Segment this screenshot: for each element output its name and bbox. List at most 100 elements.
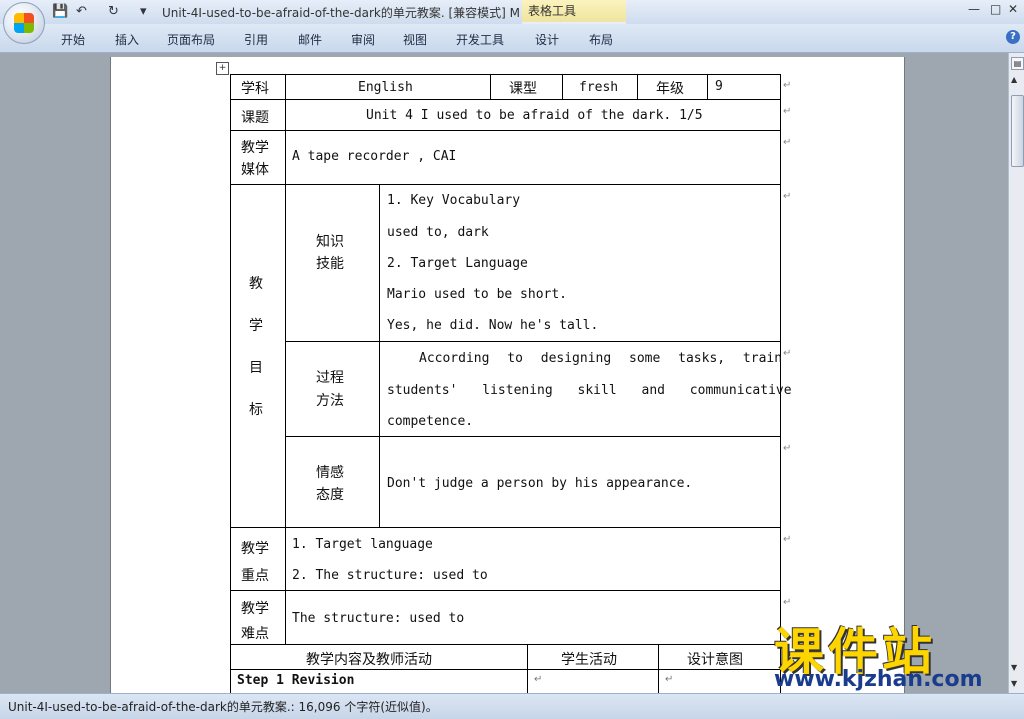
cell-knowledge[interactable]: 1. Key Vocabulary used to, dark 2. Targe… xyxy=(379,184,781,342)
goal-label-3: 目 xyxy=(249,360,263,376)
key-line-1: 1. Target language xyxy=(292,537,433,552)
diff-value: The structure: used to xyxy=(292,611,465,626)
cell-type[interactable]: fresh xyxy=(562,74,638,100)
row-end-mark: ↵ xyxy=(783,80,792,91)
tab-insert[interactable]: 插入 xyxy=(115,31,139,48)
minimize-icon[interactable]: — xyxy=(968,2,980,16)
key-label-1: 教学 xyxy=(241,541,269,557)
knowledge-line-2: used to, dark xyxy=(387,225,489,240)
tab-view[interactable]: 视图 xyxy=(403,31,427,48)
cell-process[interactable]: According to designing some tasks, train… xyxy=(379,341,792,437)
tab-layout[interactable]: 布局 xyxy=(589,31,613,48)
cell-key[interactable]: 1. Target language 2. The structure: use… xyxy=(285,527,781,591)
vertical-scrollbar[interactable]: ▤ ▲ ▼ ▼ xyxy=(1008,53,1024,693)
grade-label: 年级 xyxy=(656,81,684,97)
cell-goal-label[interactable]: 教 学 目 标 xyxy=(230,184,286,528)
office-button[interactable] xyxy=(3,2,45,44)
teacher-activity-header: 教学内容及教师活动 xyxy=(306,652,432,668)
cell-diff[interactable]: The structure: used to xyxy=(285,590,781,645)
diff-label-1: 教学 xyxy=(241,601,269,617)
cell-diff-label[interactable]: 教学 难点 xyxy=(230,590,286,645)
next-page-icon[interactable]: ▼ xyxy=(1011,679,1017,688)
close-icon[interactable]: ✕ xyxy=(1008,2,1018,16)
cell-emotion[interactable]: Don't judge a person by his appearance. xyxy=(379,436,781,528)
cell-subject[interactable]: English xyxy=(285,74,491,100)
scroll-down-icon[interactable]: ▼ xyxy=(1011,663,1017,672)
paragraph-mark: ↵ xyxy=(534,674,543,685)
cell-process-label[interactable]: 过程 方法 xyxy=(285,341,380,437)
row-end-mark: ↵ xyxy=(783,348,792,359)
student-activity-header: 学生活动 xyxy=(561,652,617,668)
cell-teacher-header[interactable]: 教学内容及教师活动 xyxy=(230,644,528,670)
media-label-1: 教学 xyxy=(241,140,269,156)
cell-emotion-label[interactable]: 情感 态度 xyxy=(285,436,380,528)
goal-label-1: 教 xyxy=(249,276,263,292)
tab-home[interactable]: 开始 xyxy=(61,31,85,48)
process-label-1: 过程 xyxy=(316,370,344,386)
design-intent-header: 设计意图 xyxy=(687,652,743,668)
step1-title: Step 1 Revision xyxy=(237,673,355,688)
type-label: 课型 xyxy=(509,81,537,97)
cell-grade[interactable]: 9 xyxy=(707,74,781,100)
scroll-up-icon[interactable]: ▲ xyxy=(1011,75,1017,84)
type-value: fresh xyxy=(579,80,619,95)
tab-review[interactable]: 审阅 xyxy=(351,31,375,48)
ribbon xyxy=(0,24,1024,53)
topic-label: 课题 xyxy=(241,110,269,126)
status-bar: Unit-4I-used-to-be-afraid-of-the-dark的单元… xyxy=(0,693,1024,719)
emotion-label-1: 情感 xyxy=(316,465,344,481)
emotion-value: Don't judge a person by his appearance. xyxy=(387,476,693,491)
tab-mailings[interactable]: 邮件 xyxy=(298,31,322,48)
view-ruler-icon[interactable]: ▤ xyxy=(1011,57,1024,70)
row-end-mark: ↵ xyxy=(783,443,792,454)
subject-label: 学科 xyxy=(241,81,269,97)
knowledge-label-1: 知识 xyxy=(316,234,344,250)
goal-label-4: 标 xyxy=(249,402,263,418)
cell-student-header[interactable]: 学生活动 xyxy=(527,644,659,670)
knowledge-line-1: 1. Key Vocabulary xyxy=(387,193,521,208)
process-label-2: 方法 xyxy=(316,393,344,409)
help-icon[interactable]: ? xyxy=(1006,30,1020,44)
scroll-thumb[interactable] xyxy=(1011,95,1024,167)
cell-step1-design[interactable]: ↵ xyxy=(658,669,781,695)
tab-references[interactable]: 引用 xyxy=(244,31,268,48)
watermark-url: www.kjzhan.com xyxy=(774,667,983,692)
customize-quick-access-icon[interactable]: ▾ xyxy=(140,4,147,19)
tab-page-layout[interactable]: 页面布局 xyxy=(167,31,215,48)
emotion-label-2: 态度 xyxy=(316,487,344,503)
cell-topic-label[interactable]: 课题 xyxy=(230,99,286,131)
table-move-handle-icon[interactable]: + xyxy=(216,62,229,75)
cell-step1-student[interactable]: ↵ xyxy=(527,669,659,695)
cell-knowledge-label[interactable]: 知识 技能 xyxy=(285,184,380,342)
knowledge-label-2: 技能 xyxy=(316,256,344,272)
process-line-1: According to designing some tasks, train xyxy=(419,351,783,366)
undo-icon[interactable]: ↶ xyxy=(76,4,87,19)
save-icon[interactable]: 💾 xyxy=(52,4,68,19)
media-value: A tape recorder , CAI xyxy=(292,149,457,164)
cell-media[interactable]: A tape recorder , CAI xyxy=(285,130,781,185)
redo-icon[interactable]: ↻ xyxy=(108,4,119,19)
diff-label-2: 难点 xyxy=(241,626,269,642)
status-text: Unit-4I-used-to-be-afraid-of-the-dark的单元… xyxy=(8,700,438,714)
topic-value: Unit 4 I used to be afraid of the dark. … xyxy=(366,108,703,123)
subject-value: English xyxy=(358,80,413,95)
restore-icon[interactable]: □ xyxy=(990,2,1001,16)
grade-value: 9 xyxy=(715,79,723,94)
cell-subject-label[interactable]: 学科 xyxy=(230,74,286,100)
cell-type-label[interactable]: 课型 xyxy=(490,74,563,100)
row-end-mark: ↵ xyxy=(783,597,792,608)
tab-design[interactable]: 设计 xyxy=(535,31,559,48)
cell-step1[interactable]: Step 1 Revision xyxy=(230,669,528,695)
row-end-mark: ↵ xyxy=(783,191,792,202)
cell-design-header[interactable]: 设计意图 xyxy=(658,644,781,670)
cell-key-label[interactable]: 教学 重点 xyxy=(230,527,286,591)
cell-topic[interactable]: Unit 4 I used to be afraid of the dark. … xyxy=(285,99,781,131)
knowledge-line-3: 2. Target Language xyxy=(387,256,528,271)
tab-developer[interactable]: 开发工具 xyxy=(456,31,504,48)
cell-media-label[interactable]: 教学 媒体 xyxy=(230,130,286,185)
cell-grade-label[interactable]: 年级 xyxy=(637,74,708,100)
paragraph-mark: ↵ xyxy=(665,674,674,685)
key-line-2: 2. The structure: used to xyxy=(292,568,488,583)
row-end-mark: ↵ xyxy=(783,106,792,117)
goal-label-2: 学 xyxy=(249,318,263,334)
